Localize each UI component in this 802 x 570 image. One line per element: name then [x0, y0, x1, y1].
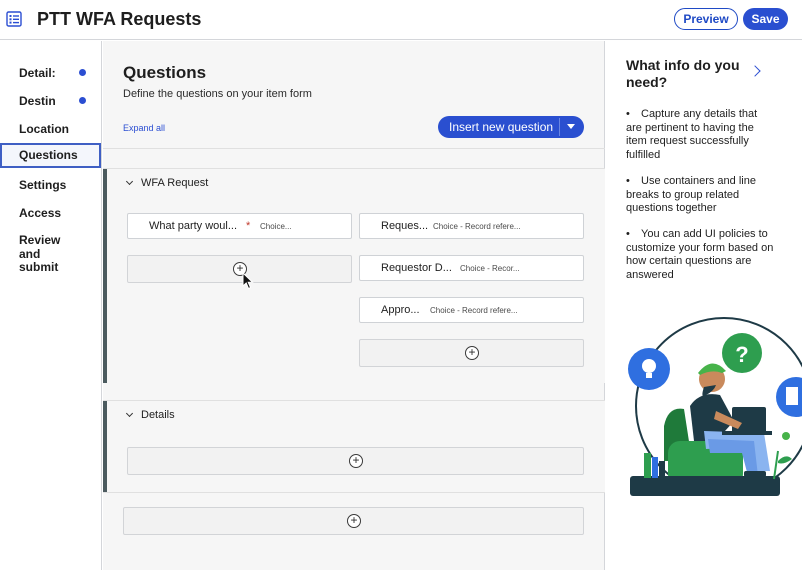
sidebar-item-label: Questions: [19, 148, 78, 162]
question-mark-icon: ?: [735, 342, 748, 367]
question-card[interactable]: Appro... Choice - Record refere...: [359, 297, 584, 323]
help-tip: • Capture any details that are pertinent…: [626, 108, 776, 162]
person-laptop-illustration: ?: [628, 317, 802, 496]
question-card[interactable]: What party woul... * Choice...: [127, 213, 352, 239]
save-button[interactable]: Save: [743, 8, 788, 30]
add-question-zone[interactable]: +: [127, 447, 584, 475]
app-header: PTT WFA Requests Preview Save: [0, 0, 802, 40]
section-container: WFA Request What party woul... * Choice.…: [103, 168, 605, 383]
step-sidebar: Detail: Destin Location Questions Settin…: [0, 41, 102, 570]
add-circle-icon[interactable]: +: [349, 454, 363, 468]
question-type: Choice - Record refere...: [433, 222, 521, 231]
insert-new-question-label: Insert new question: [449, 120, 554, 134]
question-name: Reques...: [381, 220, 429, 232]
status-dot-icon: [79, 97, 86, 104]
insert-new-question-button[interactable]: Insert new question: [438, 116, 584, 138]
help-title: What info do you need?: [626, 57, 740, 90]
section-name: WFA Request: [141, 177, 209, 189]
question-card[interactable]: Requestor D... Choice - Recor...: [359, 255, 584, 281]
sidebar-item-label: Access: [19, 206, 62, 220]
chevron-down-icon: [125, 177, 134, 186]
mouse-cursor-icon: [242, 272, 254, 290]
divider: [103, 492, 605, 493]
caret-down-icon[interactable]: [567, 124, 575, 129]
help-tip-text: Use containers and line breaks to group …: [626, 175, 756, 214]
sidebar-item-location[interactable]: Location: [0, 122, 101, 136]
divider: [103, 148, 605, 149]
help-tip-text: Capture any details that are pertinent t…: [626, 108, 758, 161]
section-name: Details: [141, 409, 175, 421]
required-marker: *: [246, 220, 251, 232]
question-name: Requestor D...: [381, 262, 452, 274]
sidebar-item-destination[interactable]: Destin: [0, 94, 101, 108]
question-type: Choice - Record refere...: [430, 306, 518, 315]
form-app-icon: [6, 11, 22, 27]
question-name: What party woul...: [149, 220, 238, 232]
add-circle-icon[interactable]: +: [347, 514, 361, 528]
sidebar-item-access[interactable]: Access: [0, 206, 101, 220]
divider: [103, 400, 605, 401]
divider: [103, 168, 605, 169]
page-title: PTT WFA Requests: [37, 9, 202, 29]
sidebar-item-details[interactable]: Detail:: [0, 66, 101, 80]
add-question-zone[interactable]: +: [127, 255, 352, 283]
section-title: Questions: [123, 63, 207, 82]
question-type: Choice...: [260, 222, 292, 231]
questions-main: Questions Define the questions on your i…: [103, 41, 605, 570]
section-header-wfa-request[interactable]: WFA Request: [125, 177, 209, 189]
section-subtitle: Define the questions on your item form: [123, 88, 312, 100]
question-type: Choice - Recor...: [460, 264, 520, 273]
sidebar-item-label: Detail:: [19, 66, 56, 80]
sidebar-item-label: Location: [19, 122, 69, 136]
chevron-down-icon: [125, 409, 134, 418]
sidebar-item-settings[interactable]: Settings: [0, 178, 101, 192]
bullet: •: [626, 175, 630, 187]
split-divider: [559, 118, 560, 136]
section-container: Details +: [103, 400, 605, 492]
bullet: •: [626, 108, 630, 120]
sidebar-item-label: Destin: [19, 94, 56, 108]
status-dot-icon: [79, 69, 86, 76]
add-circle-icon[interactable]: +: [465, 346, 479, 360]
sidebar-item-review-and-submit[interactable]: Review and submit: [0, 233, 80, 275]
preview-button[interactable]: Preview: [674, 8, 738, 30]
help-tip-text: You can add UI policies to customize you…: [626, 228, 774, 281]
question-name: Appro...: [381, 304, 420, 316]
section-bar: [103, 400, 107, 492]
add-section-zone[interactable]: +: [123, 507, 584, 535]
sidebar-item-label: Review and submit: [19, 233, 61, 274]
bullet: •: [626, 228, 630, 240]
sidebar-item-questions[interactable]: Questions: [0, 143, 101, 168]
question-card[interactable]: Reques... Choice - Record refere...: [359, 213, 584, 239]
help-tip: • You can add UI policies to customize y…: [626, 228, 776, 282]
add-question-zone[interactable]: +: [359, 339, 584, 367]
expand-all-link[interactable]: Expand all: [123, 123, 165, 133]
sidebar-item-label: Settings: [19, 178, 67, 192]
section-header-details[interactable]: Details: [125, 409, 175, 421]
help-tip: • Use containers and line breaks to grou…: [626, 175, 776, 216]
section-bar: [103, 168, 107, 383]
help-panel: What info do you need? • Capture any det…: [606, 41, 802, 570]
